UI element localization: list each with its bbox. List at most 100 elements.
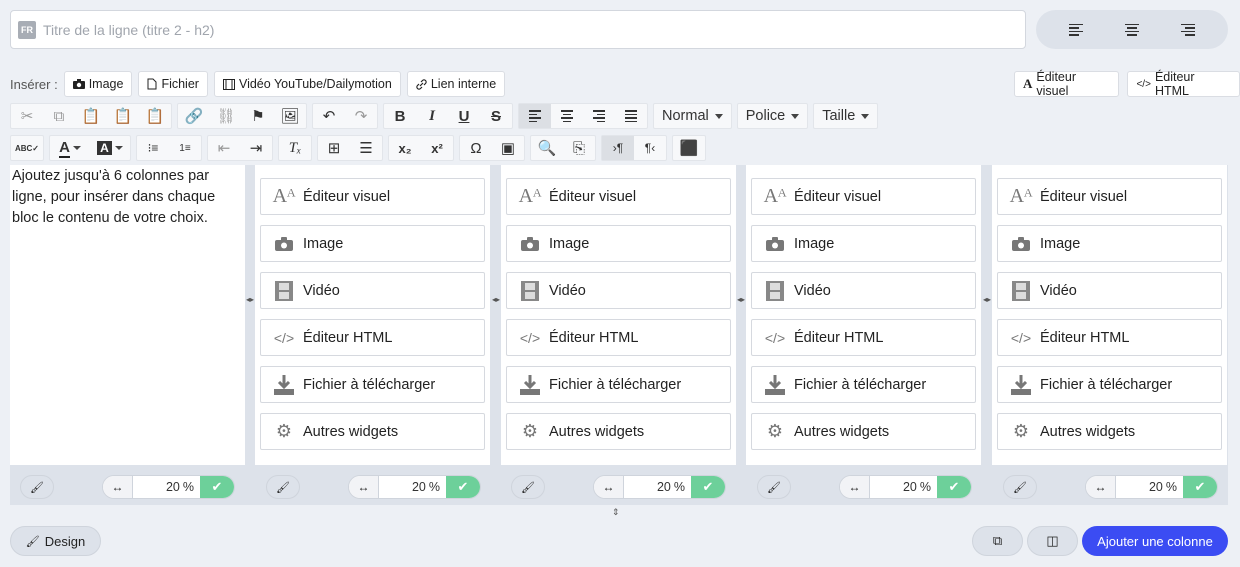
column-resize-handle[interactable]: ◂▸ <box>246 295 254 304</box>
cut-button[interactable]: ✂ <box>11 104 43 128</box>
widget-video-button[interactable]: Vidéo <box>997 272 1222 309</box>
confirm-width-button[interactable]: ✔ <box>200 476 234 498</box>
widget-other-button[interactable]: ⚙ Autres widgets <box>997 413 1222 450</box>
column-width-input[interactable]: 20% <box>379 476 446 498</box>
widget-image-button[interactable]: Image <box>751 225 976 262</box>
justify-block-button[interactable] <box>615 104 647 128</box>
spellcheck-button[interactable]: ABC✓ <box>11 136 43 160</box>
add-column-button[interactable]: Ajouter une colonne <box>1082 526 1228 556</box>
widget-html-button[interactable]: </> Éditeur HTML <box>751 319 976 356</box>
format-dropdown[interactable]: Normal <box>653 103 732 129</box>
column-resize-handle[interactable]: ◂▸ <box>737 295 745 304</box>
fullscreen-button[interactable]: ⬛ <box>673 136 705 160</box>
paste-text-button[interactable]: 📋 <box>107 104 139 128</box>
design-button[interactable]: 🖌 Design <box>10 526 101 556</box>
column-design-button[interactable]: 🖌 <box>20 475 54 499</box>
table-button[interactable]: ⊞ <box>318 136 350 160</box>
italic-button[interactable]: I <box>416 104 448 128</box>
special-char-button[interactable]: Ω <box>460 136 492 160</box>
rtl-button[interactable]: ¶‹ <box>634 136 666 160</box>
outdent-button[interactable]: ⇤ <box>208 136 240 160</box>
align-left-button[interactable] <box>1061 18 1091 42</box>
clear-format-button[interactable]: Tₓ <box>279 136 311 160</box>
row-height-resize-handle[interactable]: ⇕ <box>612 507 620 518</box>
row-title-input[interactable]: FR Titre de la ligne (titre 2 - h2) <box>10 10 1026 49</box>
column-design-button[interactable]: 🖌 <box>1003 475 1037 499</box>
bg-color-button[interactable]: A <box>90 136 130 160</box>
split-view-button[interactable]: ◫ <box>1027 526 1078 556</box>
column-text[interactable]: Ajoutez jusqu'à 6 colonnes par ligne, po… <box>10 165 245 465</box>
column-resize-handle[interactable]: ◂▸ <box>983 295 991 304</box>
column-resize-handle[interactable]: ◂▸ <box>492 295 500 304</box>
confirm-width-button[interactable]: ✔ <box>937 476 971 498</box>
justify-left-button[interactable] <box>519 104 551 128</box>
column-width-input[interactable]: 20% <box>870 476 937 498</box>
superscript-button[interactable]: x² <box>421 136 453 160</box>
justify-center-button[interactable] <box>551 104 583 128</box>
image-button[interactable]: 🖼 <box>274 104 306 128</box>
iframe-button[interactable]: ▣ <box>492 136 524 160</box>
ltr-button[interactable]: ›¶ <box>602 136 634 160</box>
widget-other-button[interactable]: ⚙ Autres widgets <box>506 413 731 450</box>
column-design-button[interactable]: 🖌 <box>266 475 300 499</box>
visual-editor-button[interactable]: A Éditeur visuel <box>1014 70 1120 98</box>
font-dropdown[interactable]: Police <box>736 103 809 129</box>
paste-button[interactable]: 📋 <box>75 104 107 128</box>
insert-file-button[interactable]: Fichier <box>138 71 208 97</box>
link-button[interactable]: 🔗 <box>178 104 210 128</box>
indent-button[interactable]: ⇥ <box>240 136 272 160</box>
redo-button[interactable]: ↷ <box>345 104 377 128</box>
template-button[interactable]: ⎘ <box>563 136 595 160</box>
confirm-width-button[interactable]: ✔ <box>691 476 725 498</box>
column-width-input[interactable]: 20% <box>133 476 200 498</box>
bold-button[interactable]: B <box>384 104 416 128</box>
numbered-list-button[interactable]: 1≡ <box>169 136 201 160</box>
undo-button[interactable]: ↶ <box>313 104 345 128</box>
column-width-input[interactable]: 20% <box>1116 476 1183 498</box>
widget-other-button[interactable]: ⚙ Autres widgets <box>751 413 976 450</box>
confirm-width-button[interactable]: ✔ <box>446 476 480 498</box>
column-design-button[interactable]: 🖌 <box>757 475 791 499</box>
widget-html-button[interactable]: </> Éditeur HTML <box>997 319 1222 356</box>
widget-image-button[interactable]: Image <box>506 225 731 262</box>
insert-video-button[interactable]: Vidéo YouTube/Dailymotion <box>213 71 401 97</box>
widget-download-button[interactable]: Fichier à télécharger <box>260 366 485 403</box>
subscript-button[interactable]: x₂ <box>389 136 421 160</box>
confirm-width-button[interactable]: ✔ <box>1183 476 1217 498</box>
widget-image-button[interactable]: Image <box>260 225 485 262</box>
bullet-list-button[interactable]: ⁝≡ <box>137 136 169 160</box>
insert-image-button[interactable]: Image <box>63 71 133 97</box>
column-width-input[interactable]: 20% <box>624 476 691 498</box>
hr-button[interactable]: ☰ <box>350 136 382 160</box>
insert-link-button[interactable]: Lien interne <box>406 71 506 97</box>
anchor-button[interactable]: ⚑ <box>242 104 274 128</box>
widget-video-button[interactable]: Vidéo <box>751 272 976 309</box>
widget-visual-editor-button[interactable]: Aᴬ Éditeur visuel <box>506 178 731 215</box>
unlink-button[interactable]: ⛓ <box>210 104 242 128</box>
strike-button[interactable]: S <box>480 104 512 128</box>
text-color-button[interactable]: A <box>50 136 90 160</box>
widget-video-button[interactable]: Vidéo <box>260 272 485 309</box>
widget-visual-editor-button[interactable]: Aᴬ Éditeur visuel <box>260 178 485 215</box>
column-design-button[interactable]: 🖌 <box>511 475 545 499</box>
widget-visual-editor-button[interactable]: Aᴬ Éditeur visuel <box>751 178 976 215</box>
html-editor-button[interactable]: </> Éditeur HTML <box>1127 70 1240 98</box>
widget-html-button[interactable]: </> Éditeur HTML <box>260 319 485 356</box>
align-right-button[interactable] <box>1173 18 1203 42</box>
widget-download-button[interactable]: Fichier à télécharger <box>751 366 976 403</box>
duplicate-row-button[interactable]: ⧉ <box>972 526 1023 556</box>
justify-right-button[interactable] <box>583 104 615 128</box>
preview-button[interactable]: 🔍 <box>531 136 563 160</box>
widget-visual-editor-button[interactable]: Aᴬ Éditeur visuel <box>997 178 1222 215</box>
widget-video-button[interactable]: Vidéo <box>506 272 731 309</box>
underline-button[interactable]: U <box>448 104 480 128</box>
copy-button[interactable]: ⧉ <box>43 104 75 128</box>
widget-download-button[interactable]: Fichier à télécharger <box>506 366 731 403</box>
paste-word-button[interactable]: 📋 <box>139 104 171 128</box>
widget-html-button[interactable]: </> Éditeur HTML <box>506 319 731 356</box>
size-dropdown[interactable]: Taille <box>813 103 879 129</box>
widget-other-button[interactable]: ⚙ Autres widgets <box>260 413 485 450</box>
widget-image-button[interactable]: Image <box>997 225 1222 262</box>
widget-download-button[interactable]: Fichier à télécharger <box>997 366 1222 403</box>
align-center-button[interactable] <box>1117 18 1147 42</box>
